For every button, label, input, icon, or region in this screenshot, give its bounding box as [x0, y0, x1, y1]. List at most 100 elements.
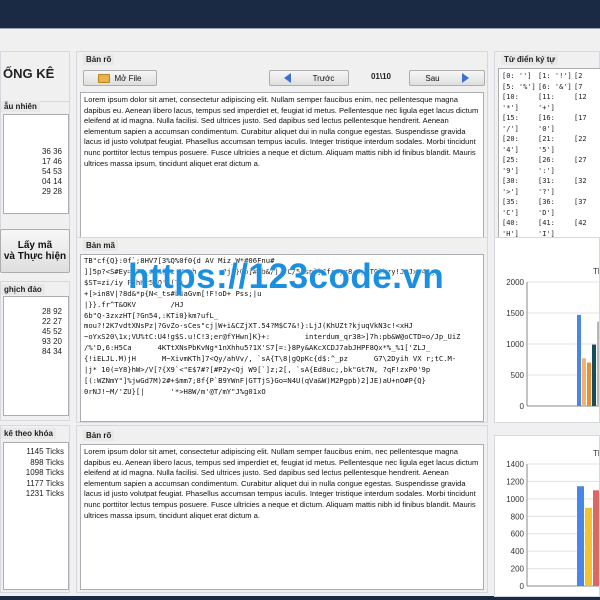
- chart-bar: [593, 490, 599, 586]
- dictionary-entry: [0: '']: [502, 72, 532, 80]
- chart-bar: [577, 486, 584, 586]
- open-file-button[interactable]: Mở File: [83, 70, 157, 86]
- dictionary-box[interactable]: [0: ''] [1: '!'] [2 [5: '%'] [6: '&'] [7 [10: …: [498, 68, 600, 248]
- chart-tick-label: 0: [520, 402, 525, 411]
- cipher-line: 6b"Q-3zxzHT[?Gn54,:KTi0}km?ufL_: [84, 310, 219, 320]
- random-panel: ẫu nhiên 36 36 17 46 54 53 04 14 29 28: [0, 101, 70, 231]
- plaintext-bottom-box[interactable]: Lorem ipsum dolor sit amet, consectetur …: [80, 444, 484, 590]
- chart-tick-label: 1000: [506, 495, 524, 504]
- plaintext-top-box[interactable]: Lorem ipsum dolor sit amet, consectetur …: [80, 92, 484, 248]
- dictionary-entry: [10: '*']: [502, 93, 519, 112]
- dictionary-entry: [27: [574, 156, 587, 164]
- dictionary-entry: [12: [574, 93, 587, 101]
- chart-tick-label: 400: [511, 547, 525, 556]
- chart-2-svg: Th 0 200 400 600 800 1000 1200 1400: [506, 449, 600, 591]
- stats-header-panel: ỐNG KÊ: [0, 51, 70, 107]
- keystats-panel: kê theo khóa 1145 Ticks 898 Ticks 1098 Tic…: [0, 425, 70, 593]
- chart-tick-label: 200: [511, 565, 525, 574]
- chevron-left-icon: [283, 73, 291, 83]
- dictionary-entry: [22: [574, 135, 587, 143]
- reverse-list[interactable]: 28 92 22 27 45 52 93 20 84 34: [3, 296, 69, 416]
- cipher-line: /%'D,6:H5Ca 4KTtXNsPbKvNg*1nXhhu5?1X'S7[…: [84, 343, 431, 353]
- chart-bar: [592, 344, 596, 406]
- chart-bar: [582, 358, 586, 406]
- dictionary-entry: [20: '4']: [502, 135, 519, 154]
- reverse-panel: ghịch đảo 28 92 22 27 45 52 93 20 84 34: [0, 281, 70, 421]
- folder-icon: [98, 73, 111, 83]
- reverse-pair-item: 28 92: [41, 307, 62, 316]
- ticks-list[interactable]: 1145 Ticks 898 Ticks 1098 Ticks 1177 Ticks 1…: [3, 442, 69, 590]
- dictionary-entry: [32: [574, 177, 587, 185]
- dictionary-entry: [26: ':']: [538, 156, 555, 175]
- random-list[interactable]: 36 36 17 46 54 53 04 14 29 28: [3, 114, 69, 214]
- dictionary-grid: [0: ''] [1: '!'] [2 [5: '%'] [6: '&'] [7 [10: …: [499, 69, 600, 247]
- open-file-label: Mở File: [114, 73, 142, 83]
- stats-title: ỐNG KÊ: [3, 66, 55, 81]
- cipher-line: |}}.fr^T&OKV /HJ: [84, 299, 184, 309]
- plaintext-top-title: Bản rõ: [83, 54, 115, 65]
- dictionary-entry: [41: 'I']: [538, 219, 555, 238]
- reverse-panel-title: ghịch đảo: [1, 284, 45, 295]
- chart-bar: [577, 314, 581, 406]
- plaintext-bottom-panel: Bản rõ Lorem ipsum dolor sit amet, conse…: [76, 425, 488, 593]
- prev-button[interactable]: Trước: [269, 70, 349, 86]
- dictionary-entry: [15: '/']: [502, 114, 519, 133]
- dictionary-entry: [5: '%']: [502, 82, 536, 91]
- chart-tick-label: 800: [511, 512, 525, 521]
- chart-1: Th 0 500 1000 1500 2000: [494, 237, 600, 423]
- ciphertext-title: Bản mã: [83, 240, 118, 251]
- dictionary-entry: [35: 'C']: [502, 198, 519, 217]
- get-key-run-button[interactable]: Lấy mã và Thực hiện: [0, 229, 70, 273]
- random-panel-title: ẫu nhiên: [1, 101, 40, 112]
- plaintext-bottom-content: Lorem ipsum dolor sit amet, consectetur …: [84, 447, 479, 520]
- cipher-line: 0rNJ!~M/'ZU}[| '*>H8W/m'@T/mY"J%g01xO: [84, 386, 266, 396]
- dictionary-entry: [42: [574, 219, 587, 227]
- chart-bar: [585, 507, 592, 586]
- tick-item: 898 Ticks: [30, 457, 64, 467]
- dictionary-entry: [11: '+']: [538, 93, 555, 112]
- dictionary-entry: [30: '>']: [502, 177, 519, 196]
- dictionary-entry: [31: '?']: [538, 177, 555, 196]
- dictionary-entry: [16: '0']: [538, 114, 555, 133]
- chart-title: Th: [593, 449, 600, 458]
- chart-tick-label: 500: [511, 371, 525, 380]
- page-indicator: 01\10: [370, 72, 392, 81]
- chart-tick-label: 1400: [506, 460, 524, 469]
- chart-2: Th 0 200 400 600 800 1000 1200 1400: [494, 435, 600, 597]
- watermark: https://123code.vn: [128, 257, 445, 296]
- chart-tick-label: 0: [520, 582, 525, 591]
- reverse-pair-item: 22 27: [41, 317, 62, 326]
- tick-item: 1177 Ticks: [26, 478, 64, 488]
- reverse-pair-item: 84 34: [41, 347, 62, 356]
- dictionary-entry: [7: [574, 82, 583, 91]
- prev-label: Trước: [312, 73, 335, 83]
- keystats-panel-title: kê theo khóa: [1, 428, 56, 439]
- cipher-line: ~oYxS20\1x;VU%tC:U4!g$S.u!C!3;er@fYHwn]K…: [84, 332, 461, 342]
- chart-tick-label: 1000: [506, 340, 524, 349]
- plaintext-top-panel: Bản rõ Mở File Trước 01\10 Sau Lorem ips…: [76, 51, 488, 251]
- random-pair-item: 04 14: [41, 177, 62, 186]
- chart-1-svg: Th 0 500 1000 1500 2000: [506, 267, 600, 411]
- next-button[interactable]: Sau: [409, 70, 485, 86]
- dictionary-entry: [6: '&']: [538, 82, 572, 91]
- dictionary-panel: Từ điển ký tự [0: ''] [1: '!'] [2 [5: '%'][…: [494, 51, 600, 251]
- random-pair-item: 36 36: [41, 147, 62, 156]
- random-pair-item: 17 46: [41, 157, 62, 166]
- app-window: ỐNG KÊ ẫu nhiên 36 36 17 46 54 53 04 14 29 2…: [0, 28, 600, 597]
- cipher-line: [(:WZNmY"]%jwGd7M)2#+$mm7;8f{P`B9YWnF|GT…: [84, 375, 426, 385]
- tick-item: 1231 Ticks: [25, 489, 64, 498]
- chart-tick-label: 2000: [506, 278, 524, 287]
- chart-title: Th: [593, 267, 600, 276]
- chart-tick-label: 600: [511, 530, 525, 539]
- tick-item: 1145 Ticks: [26, 447, 64, 456]
- tick-item: 1098 Ticks: [25, 468, 64, 477]
- chevron-right-icon: [461, 73, 469, 83]
- cipher-line: {!iELJL.M)jH M~XivmKTh]7<Qy/ahVv/, `sA{T…: [84, 354, 457, 364]
- dictionary-entry: [21: '5']: [538, 135, 555, 154]
- dictionary-entry: [40: 'H']: [502, 219, 519, 238]
- dictionary-entry: [36: 'D']: [538, 198, 555, 217]
- next-label: Sau: [425, 73, 440, 83]
- dictionary-entry: [2: [574, 72, 583, 80]
- dictionary-entry: [37: [574, 198, 587, 206]
- plaintext-top-content: Lorem ipsum dolor sit amet, consectetur …: [84, 95, 479, 168]
